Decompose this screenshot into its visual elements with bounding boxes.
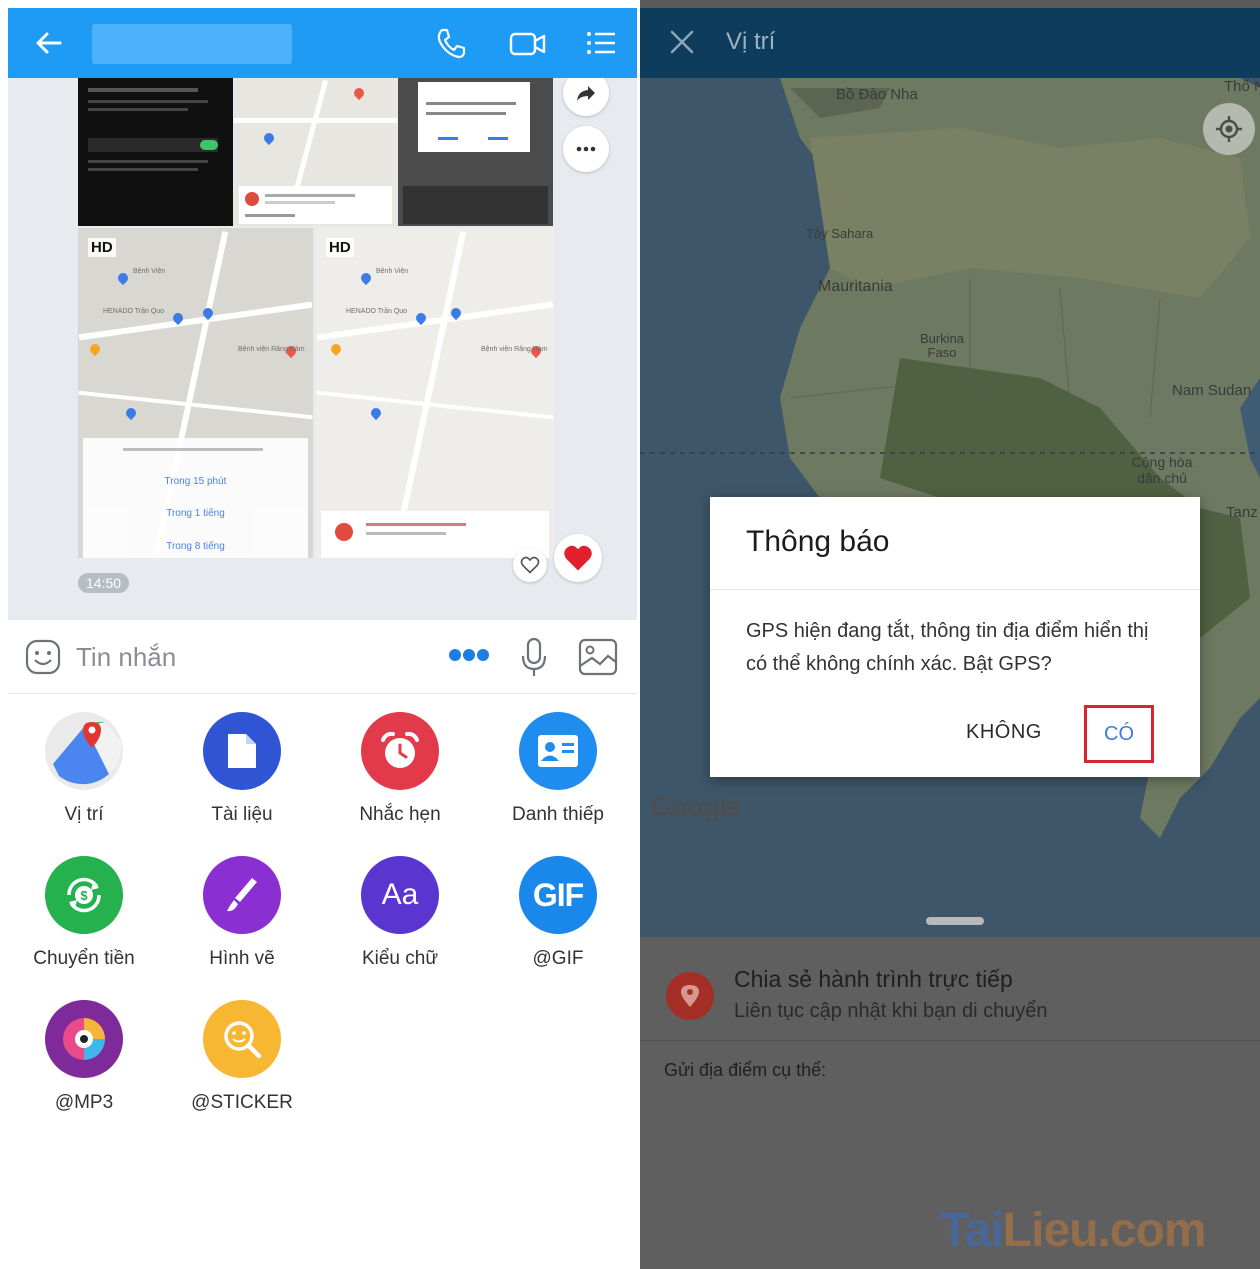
image-gallery-icon[interactable] (578, 638, 618, 676)
my-location-button[interactable] (1203, 103, 1255, 155)
alarm-clock-icon (361, 712, 439, 790)
dialog-title: Thông báo (746, 525, 890, 558)
gps-dialog: Thông báo GPS hiện đang tắt, thông tin đ… (710, 497, 1200, 777)
chat-header (8, 8, 637, 78)
microphone-icon[interactable] (518, 636, 550, 678)
heart-outline-icon (520, 556, 540, 574)
attach-label: Danh thiếp (512, 804, 604, 825)
dialog-yes-highlight[interactable]: CÓ (1084, 705, 1154, 763)
map-label: Bồ Đào Nha (836, 86, 918, 103)
map-label: Tây Sahara (806, 226, 874, 241)
forward-arrow-icon (577, 86, 595, 101)
watermark-part: Tai (940, 1204, 1004, 1257)
map-label: Thổ N (1224, 78, 1260, 95)
sticker-icon (203, 1000, 281, 1078)
watermark-part: .com (1097, 1204, 1206, 1257)
image-thumbnail-dialog[interactable] (398, 78, 553, 226)
map-label: Burkina Faso (919, 331, 965, 360)
attach-label: Hình vẽ (209, 948, 275, 969)
google-logo: Google (650, 791, 741, 822)
attach-text-style-button[interactable]: Aa Kiểu chữ (330, 856, 470, 970)
attach-money-transfer-button[interactable]: $ Chuyển tiền (14, 856, 154, 970)
dialog-no-button[interactable]: KHÔNG (966, 721, 1042, 744)
screenshot-frame: Bệnh Viện HENADO Trần Quo Bệnh viện Răng… (0, 0, 1260, 1269)
music-disc-icon (45, 1000, 123, 1078)
map-label: Nam Sudan (1172, 382, 1252, 399)
attach-label: @STICKER (191, 1092, 293, 1113)
react-heart-button[interactable] (513, 548, 547, 582)
document-icon (203, 712, 281, 790)
live-share-subtitle: Liên tục cập nhật khi bạn di chuyển (734, 1000, 1048, 1022)
attach-document-button[interactable]: Tài liệu (172, 712, 312, 826)
reaction-heart-badge[interactable] (554, 534, 602, 582)
chat-area: Bệnh Viện HENADO Trần Quo Bệnh viện Răng… (8, 78, 637, 620)
chat-screen: Bệnh Viện HENADO Trần Quo Bệnh viện Răng… (0, 0, 640, 1269)
share-option[interactable]: Trong 8 tiếng (83, 541, 308, 552)
menu-list-icon[interactable] (584, 26, 618, 60)
send-location-heading: Gửi địa điểm cụ thể: (664, 1060, 827, 1080)
page-title: Vị trí (726, 28, 776, 55)
map-label: Tanz (1226, 504, 1258, 521)
image-hd-map-right[interactable]: Bệnh Viện HENADO Trần Quo Bệnh viện Răng… (316, 228, 554, 558)
watermark-part: Lieu (1002, 1204, 1099, 1257)
phone-call-icon[interactable] (434, 26, 468, 60)
attach-drawing-button[interactable]: Hình vẽ (172, 856, 312, 970)
image-thumbnail-map-1[interactable] (234, 78, 397, 226)
location-icon (45, 712, 123, 790)
contact-card-icon (519, 712, 597, 790)
image-thumbnail-settings[interactable] (78, 78, 233, 226)
map-label: Cộng hòa dân chủ (1131, 454, 1193, 486)
attach-label: Vị trí (64, 804, 104, 825)
forward-button[interactable] (563, 78, 609, 116)
attach-sticker-button[interactable]: @STICKER (172, 1000, 312, 1114)
sheet-drag-handle[interactable] (926, 917, 984, 925)
hd-badge: HD (326, 238, 354, 257)
brush-icon (203, 856, 281, 934)
more-dots-icon (576, 146, 596, 152)
emoji-icon[interactable] (24, 638, 62, 676)
money-transfer-icon: $ (45, 856, 123, 934)
live-location-icon (666, 972, 714, 1020)
attach-label: Nhắc hẹn (359, 804, 441, 825)
attach-contact-card-button[interactable]: Danh thiếp (488, 712, 628, 826)
heart-filled-icon (564, 545, 592, 571)
attach-label: Kiểu chữ (361, 948, 439, 969)
back-arrow-icon[interactable] (32, 26, 66, 60)
message-composer: Tin nhắn (8, 620, 637, 694)
map-label: Mauritania (818, 278, 893, 295)
share-option[interactable]: Trong 15 phút (83, 476, 308, 487)
location-screen: Vị trí Bồ Đào Nha Tây Sahara Mauritania … (640, 0, 1260, 1269)
dialog-message: GPS hiện đang tắt, thông tin địa điểm hi… (746, 620, 1149, 675)
image-hd-map-left[interactable]: Bệnh Viện HENADO Trần Quo Bệnh viện Răng… (78, 228, 313, 558)
share-option[interactable]: Trong 1 tiếng (83, 508, 308, 519)
close-icon[interactable] (668, 28, 696, 56)
text-style-icon: Aa (361, 856, 439, 934)
attach-label: Chuyển tiền (33, 948, 135, 969)
more-options-button[interactable] (563, 126, 609, 172)
contact-name-redacted[interactable] (92, 24, 292, 64)
message-input[interactable]: Tin nhắn (76, 642, 176, 673)
video-call-icon[interactable] (508, 26, 548, 60)
dialog-divider (710, 589, 1200, 590)
message-timestamp: 14:50 (78, 573, 130, 593)
watermark-logo: TaiLieu.com (940, 1203, 1207, 1258)
gif-icon: GIF (519, 856, 597, 934)
attach-label: Tài liệu (211, 804, 273, 825)
hd-badge: HD (88, 238, 116, 257)
attach-reminder-button[interactable]: Nhắc hẹn (330, 712, 470, 826)
live-share-title[interactable]: Chia sẻ hành trình trực tiếp (734, 966, 1013, 993)
attach-label: @GIF (532, 948, 584, 969)
attach-location-button[interactable]: Vị trí (14, 712, 154, 826)
dialog-yes-button[interactable]: CÓ (1104, 723, 1134, 746)
divider (640, 1040, 1260, 1041)
more-dots-icon[interactable] (448, 648, 490, 662)
attach-label: @MP3 (54, 1092, 114, 1113)
crosshair-icon (1216, 116, 1242, 142)
svg-text:$: $ (80, 888, 88, 903)
location-header: Vị trí (640, 8, 1260, 78)
attach-gif-button[interactable]: GIF @GIF (488, 856, 628, 970)
attach-mp3-button[interactable]: @MP3 (14, 1000, 154, 1114)
